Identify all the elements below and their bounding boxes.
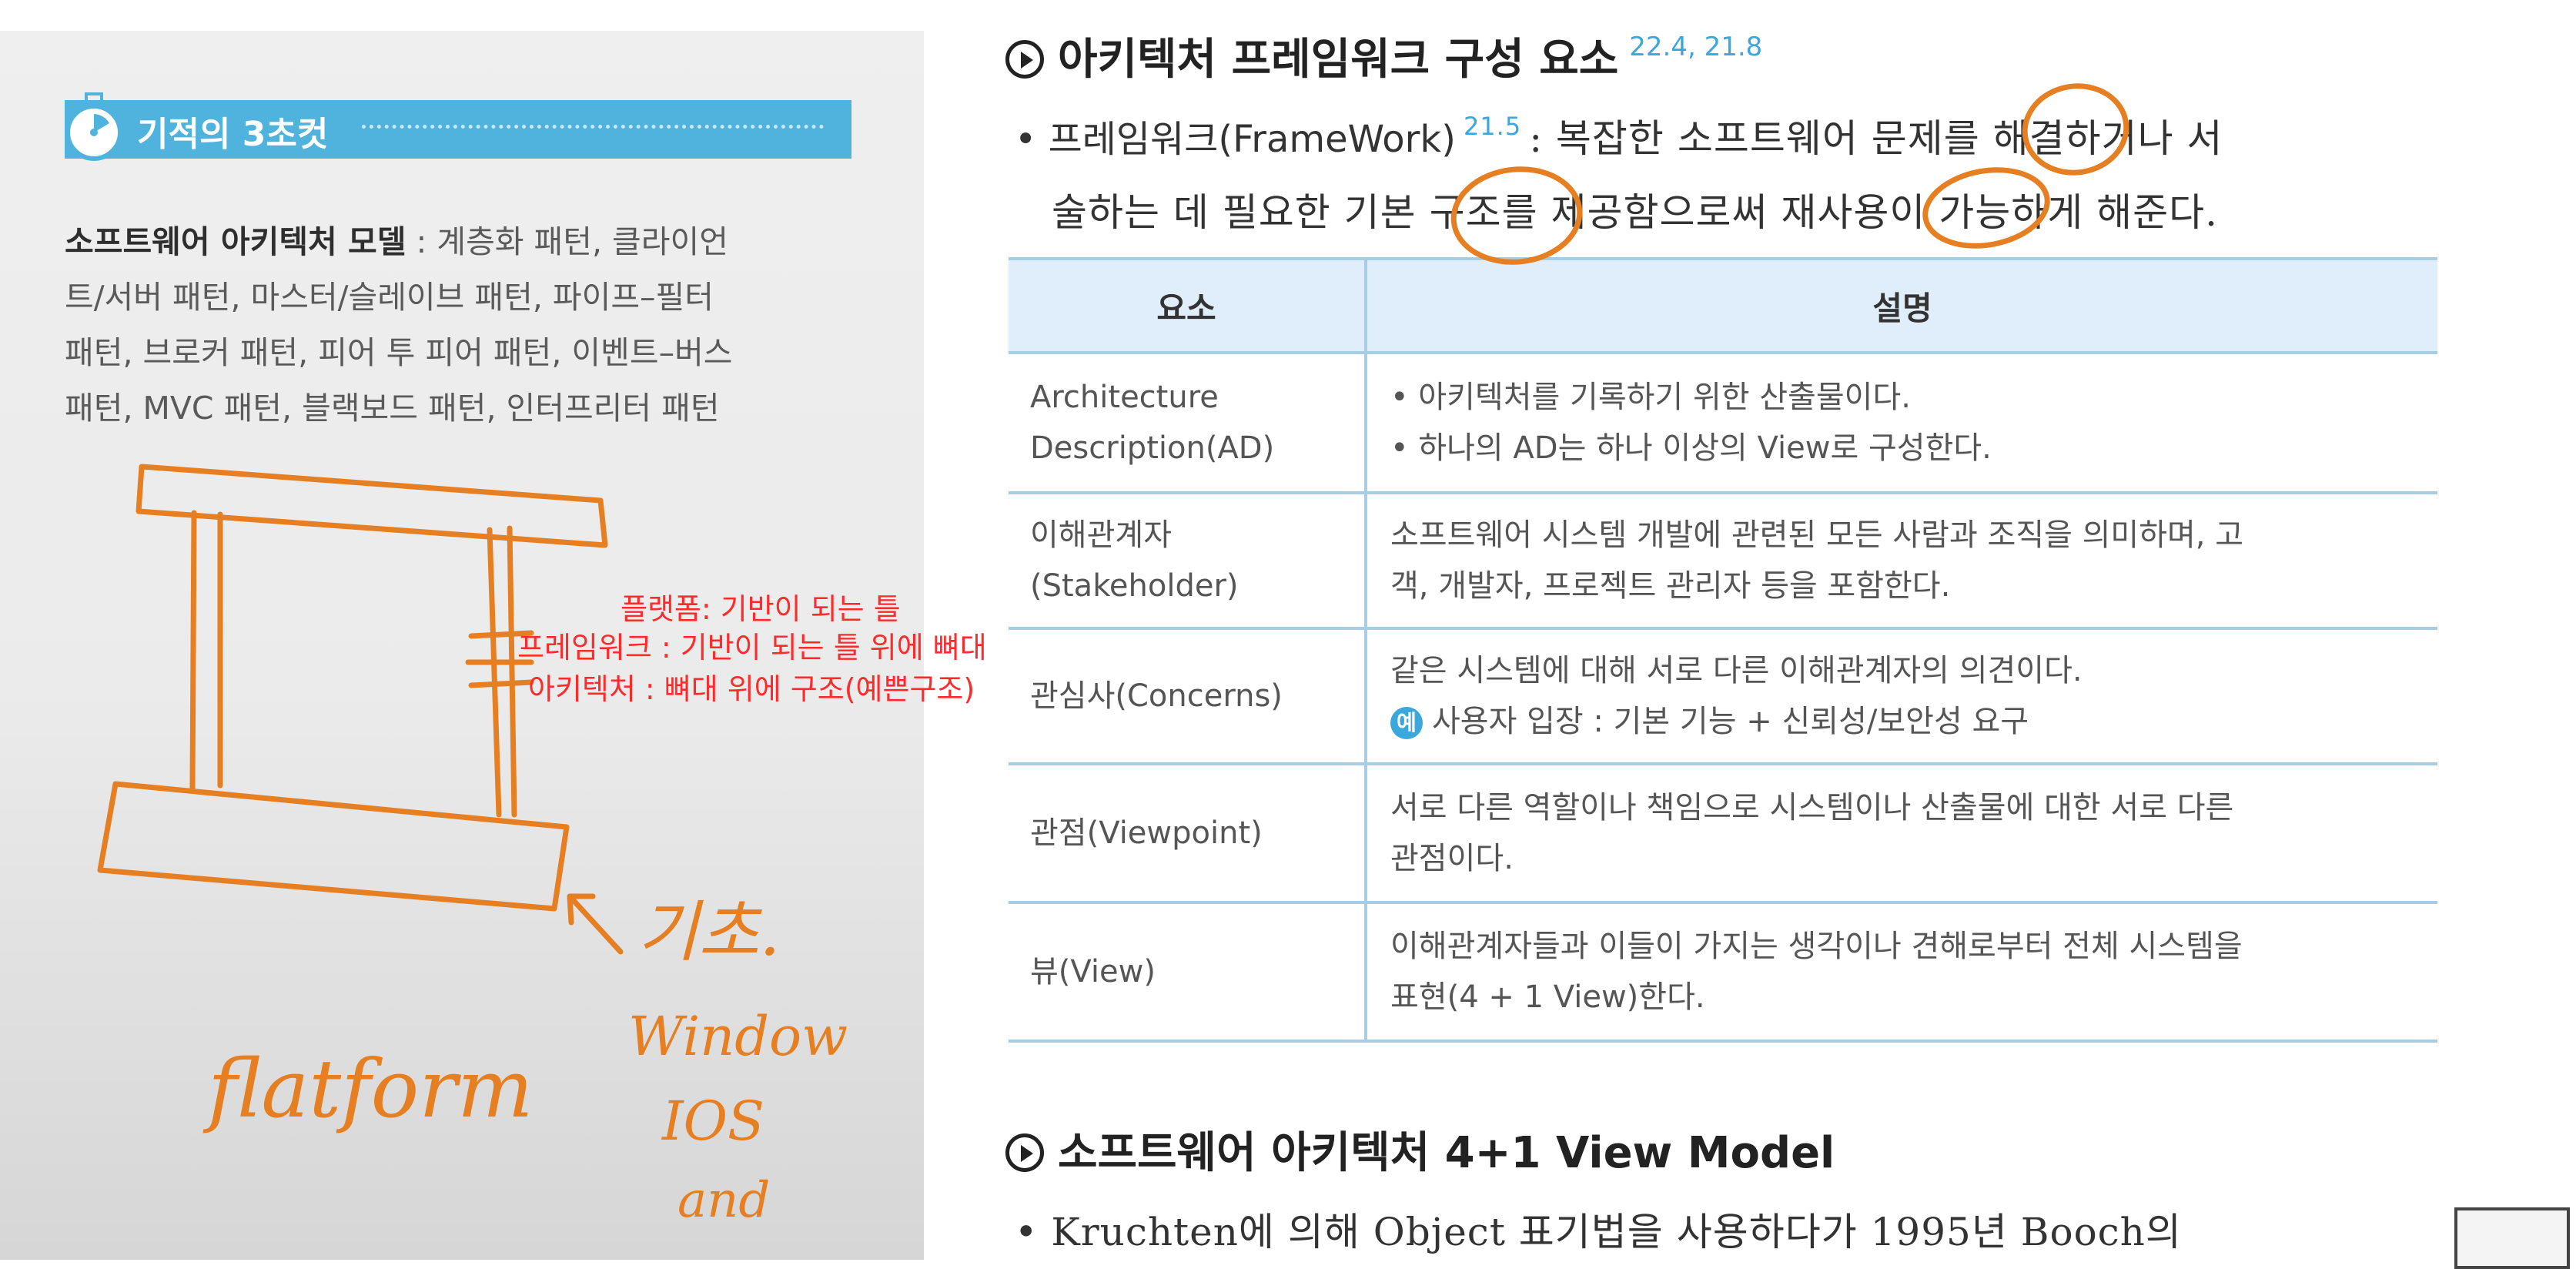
hand-word-1: 기초. bbox=[637, 894, 781, 971]
definition-lead: • 프레임워크(FrameWork) bbox=[1015, 118, 1456, 161]
banner-dotted-line bbox=[362, 125, 824, 129]
definition-ref: 21.5 bbox=[1463, 112, 1522, 141]
hand-word-4: and bbox=[677, 1172, 770, 1229]
description-example-line: 예 사용자 입장 : 기본 기능 + 신뢰성/보안성 요구 bbox=[1390, 696, 2416, 747]
tip-term: 소프트웨어 아키텍처 모델 bbox=[65, 223, 406, 260]
table-row: 뷰(View) 이해관계자들과 이들이 가지는 생각이나 견해로부터 전체 시스… bbox=[1009, 902, 2437, 1043]
description-line: 표현(4 + 1 View)한다. bbox=[1390, 979, 1705, 1015]
section-title-text: 소프트웨어 아키텍처 4+1 View Model bbox=[1058, 1128, 1835, 1178]
description-line: • 하나의 AD는 하나 이상의 View로 구성한다. bbox=[1390, 430, 1992, 466]
element-name-2: Description(AD) bbox=[1030, 430, 1275, 466]
table-cell-element: Architecture Description(AD) bbox=[1009, 353, 1367, 494]
hand-word-5: flatform bbox=[202, 1042, 534, 1136]
table-header-description: 설명 bbox=[1366, 257, 2437, 354]
table-row: 관점(Viewpoint) 서로 다른 역할이나 책임으로 시스템이나 산출물에… bbox=[1009, 764, 2437, 904]
framework-elements-table: 요소 설명 Architecture Description(AD) • 아키텍처… bbox=[1009, 257, 2437, 1043]
play-circle-icon bbox=[1005, 39, 1044, 79]
definition-line-1: • 프레임워크(FrameWork) 21.5: 복잡한 소프트웨어 문제를 해결… bbox=[1015, 108, 2223, 163]
definition-line-2: 술하는 데 필요한 기본 구조를 제공함으로써 재사용이 가능하게 해준다. bbox=[1052, 190, 2219, 235]
scroll-top-button[interactable] bbox=[2454, 1207, 2570, 1269]
section-title-text: 아키텍처 프레임워크 구성 요소 bbox=[1058, 35, 1619, 85]
tip-line-1: 소프트웨어 아키텍처 모델 : 계층화 패턴, 클라이언 bbox=[65, 214, 865, 270]
section-title-framework: 아키텍처 프레임워크 구성 요소 22.4, 21.8 bbox=[1005, 25, 1762, 87]
note-framework: 프레임워크 : 기반이 되는 틀 위에 뼈대 bbox=[517, 631, 987, 665]
table-cell-description: 서로 다른 역할이나 책임으로 시스템이나 산출물에 대한 서로 다른관점이다. bbox=[1366, 764, 2437, 904]
element-name-2: (Stakeholder) bbox=[1030, 568, 1239, 604]
table-cell-description: • 아키텍처를 기록하기 위한 산출물이다. • 하나의 AD는 하나 이상의 V… bbox=[1366, 353, 2437, 494]
description-line: 이해관계자들과 이들이 가지는 생각이나 견해로부터 전체 시스템을 bbox=[1390, 929, 2243, 964]
table-cell-element: 관점(Viewpoint) bbox=[1009, 764, 1367, 904]
element-name: Architecture bbox=[1030, 380, 1219, 415]
sketch-top-beam bbox=[135, 464, 608, 548]
table-cell-element: 이해관계자 (Stakeholder) bbox=[1009, 493, 1367, 630]
example-badge-icon: 예 bbox=[1390, 707, 1423, 739]
sketch-arrow bbox=[567, 893, 624, 955]
tip-body: 소프트웨어 아키텍처 모델 : 계층화 패턴, 클라이언 트/서버 패턴, 마스… bbox=[65, 214, 865, 436]
element-name: 뷰(View) bbox=[1030, 954, 1156, 989]
description-line: 소프트웨어 시스템 개발에 관련된 모든 사람과 조직을 의미하며, 고 bbox=[1390, 517, 2244, 553]
note-platform: 플랫폼: 기반이 되는 틀 bbox=[621, 592, 901, 626]
table-cell-element: 관심사(Concerns) bbox=[1009, 628, 1367, 765]
description-line: 객, 개발자, 프로젝트 관리자 등을 포함한다. bbox=[1390, 568, 1951, 604]
description-line: 같은 시스템에 대해 서로 다른 이해관계자의 의견이다. bbox=[1390, 653, 2083, 688]
element-name: 관점(Viewpoint) bbox=[1030, 815, 1263, 851]
element-name: 관심사(Concerns) bbox=[1030, 678, 1283, 714]
tip-line-4: 패턴, MVC 패턴, 블랙보드 패턴, 인터프리터 패턴 bbox=[65, 390, 720, 427]
table-header-element: 요소 bbox=[1009, 257, 1367, 354]
note-architecture: 아키텍처 : 뼈대 위에 구조(예쁜구조) bbox=[528, 672, 975, 706]
table-row: 관심사(Concerns) 같은 시스템에 대해 서로 다른 이해관계자의 의견… bbox=[1009, 628, 2437, 765]
panel-top-strip bbox=[0, 0, 924, 31]
description-line: • 아키텍처를 기록하기 위한 산출물이다. bbox=[1390, 380, 1911, 415]
handwritten-sketch: 기초. Window IOS and flatform bbox=[97, 464, 848, 1229]
definition-line-1-rest: : 복잡한 소프트웨어 문제를 해결하거나 서 bbox=[1529, 116, 2223, 161]
hand-word-3: IOS bbox=[661, 1090, 764, 1153]
table-header-row: 요소 설명 bbox=[1009, 257, 2437, 354]
description-line: 관점이다. bbox=[1390, 841, 1514, 876]
section-title-4plus1: 소프트웨어 아키텍처 4+1 View Model bbox=[1005, 1118, 1835, 1180]
table-cell-description: 이해관계자들과 이들이 가지는 생각이나 견해로부터 전체 시스템을표현(4 +… bbox=[1366, 902, 2437, 1043]
tip-line-1-rest: : 계층화 패턴, 클라이언 bbox=[406, 223, 728, 260]
table-row: 이해관계자 (Stakeholder) 소프트웨어 시스템 개발에 관련된 모든 … bbox=[1009, 493, 2437, 630]
play-circle-icon bbox=[1005, 1133, 1044, 1172]
table-cell-description: 같은 시스템에 대해 서로 다른 이해관계자의 의견이다. 예 사용자 입장 : 기… bbox=[1366, 628, 2437, 765]
sketch-right-pillar bbox=[487, 525, 517, 818]
table-row: Architecture Description(AD) • 아키텍처를 기록하기… bbox=[1009, 353, 2437, 494]
description-line: 서로 다른 역할이나 책임으로 시스템이나 산출물에 대한 서로 다른 bbox=[1390, 790, 2234, 825]
description-line: 사용자 입장 : 기본 기능 + 신뢰성/보안성 요구 bbox=[1432, 704, 2029, 739]
kruchten-line: • Kruchten에 의해 Object 표기법을 사용하다가 1995년 B… bbox=[1015, 1210, 2182, 1254]
element-name: 이해관계자 bbox=[1030, 517, 1172, 553]
tip-line-2: 트/서버 패턴, 마스터/슬레이브 패턴, 파이프–필터 bbox=[65, 279, 714, 316]
sketch-left-pillar bbox=[189, 510, 223, 792]
table-cell-description: 소프트웨어 시스템 개발에 관련된 모든 사람과 조직을 의미하며, 고객, 개… bbox=[1366, 493, 2437, 630]
tip-line-3: 패턴, 브로커 패턴, 피어 투 피어 패턴, 이벤트–버스 bbox=[65, 334, 733, 371]
table-cell-element: 뷰(View) bbox=[1009, 902, 1367, 1043]
stopwatch-icon bbox=[65, 92, 122, 161]
exam-refs: 22.4, 21.8 bbox=[1629, 32, 1763, 62]
hand-word-2: Window bbox=[628, 1005, 848, 1068]
tip-title: 기적의 3초컷 bbox=[137, 115, 329, 154]
